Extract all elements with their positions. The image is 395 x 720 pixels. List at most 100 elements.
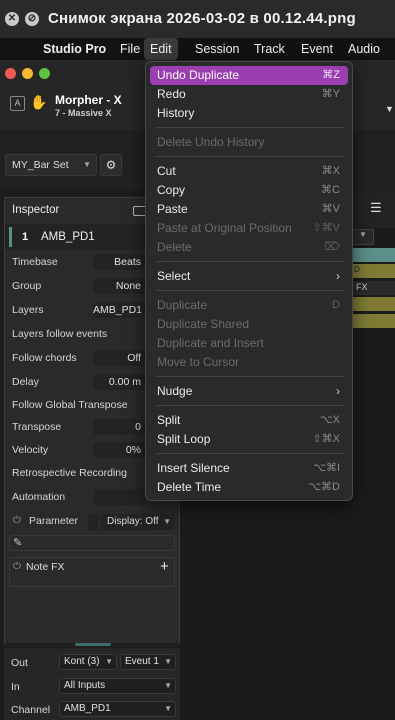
- track-lane-4[interactable]: [352, 297, 395, 311]
- menu-item-paste-original[interactable]: Paste at Original Position ⇧⌘V: [150, 219, 348, 238]
- menu-item-nudge[interactable]: Nudge ›: [150, 382, 348, 401]
- menu-item-duplicate[interactable]: Duplicate D: [150, 296, 348, 315]
- menu-item-delete-undo-history[interactable]: Delete Undo History: [150, 133, 348, 152]
- track-lane-3[interactable]: FX: [352, 281, 395, 295]
- menu-separator: [156, 376, 344, 377]
- channel-dropdown[interactable]: AMB_PD1 ▼: [59, 701, 176, 717]
- track-lane-2[interactable]: D: [352, 264, 395, 278]
- menu-audio[interactable]: Audio: [348, 38, 380, 60]
- menu-session[interactable]: Session: [195, 38, 239, 60]
- out-channel-dropdown[interactable]: Eveut 1 ▼: [120, 654, 176, 670]
- menu-event[interactable]: Event: [301, 38, 333, 60]
- retrospective-recording[interactable]: Retrospective Recording: [12, 467, 127, 479]
- note-fx-section: ⏻ Note FX +: [9, 557, 175, 587]
- instrument-subtitle: 7 - Massive X: [55, 108, 112, 118]
- edit-menu: Undo Duplicate ⌘Z Redo ⌘Y History Delete U…: [145, 61, 353, 501]
- follow-chords-value[interactable]: Off: [93, 350, 147, 366]
- chevron-down-icon: ▼: [164, 657, 172, 666]
- list-menu-icon[interactable]: ☰: [370, 201, 384, 214]
- instrument-a-icon[interactable]: A: [10, 96, 25, 111]
- menu-separator: [156, 261, 344, 262]
- chevron-down-icon[interactable]: ▼: [385, 104, 394, 114]
- menu-track[interactable]: Track: [254, 38, 285, 60]
- stop-icon[interactable]: ⊘: [25, 12, 39, 26]
- minimize-window-icon[interactable]: [22, 68, 33, 79]
- velocity-value[interactable]: 0%: [93, 442, 147, 458]
- routing-section: Out Kont (3) ▼ Eveut 1 ▼ In All Inputs ▼…: [4, 648, 180, 720]
- velocity-label: Velocity: [12, 444, 49, 456]
- close-window-icon[interactable]: [5, 68, 16, 79]
- menu-item-cut[interactable]: Cut ⌘X: [150, 162, 348, 181]
- menu-item-split-loop[interactable]: Split Loop ⇧⌘X: [150, 430, 348, 449]
- chevron-down-icon: ▼: [164, 704, 172, 713]
- notes-field[interactable]: ✎: [9, 535, 175, 551]
- transpose-value[interactable]: 0: [93, 419, 147, 435]
- layers-follow-events[interactable]: Layers follow events: [12, 328, 107, 340]
- timebase-value[interactable]: Beats: [93, 254, 147, 270]
- menu-item-split[interactable]: Split ⌥X: [150, 411, 348, 430]
- out-dropdown[interactable]: Kont (3) ▼: [59, 654, 117, 670]
- bar-set-label: MY_Bar Set: [12, 159, 69, 171]
- menu-app-name[interactable]: Studio Pro: [43, 38, 106, 60]
- divider-handle[interactable]: [75, 643, 111, 646]
- panel-divider[interactable]: [5, 643, 181, 646]
- out-value: Kont (3): [64, 656, 100, 667]
- track-color-strip: [9, 227, 12, 247]
- menu-item-move-to-cursor[interactable]: Move to Cursor: [150, 353, 348, 372]
- add-note-fx-button[interactable]: +: [160, 558, 169, 575]
- close-icon[interactable]: ✕: [5, 12, 19, 26]
- menu-separator: [156, 405, 344, 406]
- in-dropdown[interactable]: All Inputs ▼: [59, 678, 176, 694]
- delay-label: Delay: [12, 376, 39, 388]
- edit-note-icon: ✎: [13, 537, 23, 549]
- chevron-down-icon[interactable]: ▼: [352, 229, 374, 245]
- track-number: 1: [22, 231, 29, 243]
- power-icon[interactable]: ⏻: [13, 515, 21, 526]
- group-label: Group: [12, 280, 42, 292]
- hand-icon[interactable]: ✋: [30, 94, 47, 111]
- track-lane-2-label: D: [354, 265, 360, 274]
- menu-item-select[interactable]: Select ›: [150, 267, 348, 286]
- menu-item-duplicate-insert[interactable]: Duplicate and Insert: [150, 334, 348, 353]
- chevron-right-icon: ›: [336, 384, 340, 398]
- menu-item-insert-silence[interactable]: Insert Silence ⌥⌘I: [150, 459, 348, 478]
- menu-item-undo-duplicate[interactable]: Undo Duplicate ⌘Z: [150, 66, 348, 85]
- automation-value[interactable]: [93, 489, 147, 505]
- follow-global-transpose[interactable]: Follow Global Transpose: [12, 399, 128, 411]
- inspector-title: Inspector: [12, 204, 60, 216]
- menu-item-delete[interactable]: Delete ⌦: [150, 238, 348, 257]
- group-value[interactable]: None: [93, 278, 147, 294]
- parameter-slot[interactable]: [88, 514, 98, 530]
- zoom-window-icon[interactable]: [39, 68, 50, 79]
- menu-bar: Studio Pro File Edit Session Track Event…: [0, 38, 395, 60]
- menu-separator: [156, 453, 344, 454]
- chevron-down-icon: ▼: [163, 517, 171, 526]
- menu-item-redo[interactable]: Redo ⌘Y: [150, 85, 348, 104]
- layers-value[interactable]: AMB_PD1: [93, 302, 147, 318]
- menu-item-history[interactable]: History: [150, 104, 348, 123]
- menu-item-paste[interactable]: Paste ⌘V: [150, 200, 348, 219]
- out-label: Out: [11, 657, 28, 669]
- menu-item-copy[interactable]: Copy ⌘C: [150, 181, 348, 200]
- delay-value[interactable]: 0.00 m: [93, 374, 147, 390]
- note-fx-label: Note FX: [26, 561, 65, 573]
- track-lane-1[interactable]: [352, 248, 395, 262]
- track-lane-5[interactable]: [352, 314, 395, 328]
- fx-label: FX: [356, 282, 368, 292]
- channel-value: AMB_PD1: [64, 703, 111, 714]
- power-icon[interactable]: ⏻: [13, 561, 21, 572]
- in-label: In: [11, 681, 20, 693]
- automation-label: Automation: [12, 491, 66, 503]
- timebase-label: Timebase: [12, 256, 58, 268]
- window-title: Снимок экрана 2026-03-02 в 00.12.44.png: [48, 10, 356, 27]
- track-name[interactable]: AMB_PD1: [41, 231, 95, 243]
- out-value2: Eveut 1: [125, 656, 159, 667]
- chevron-right-icon: ›: [336, 269, 340, 283]
- gear-icon[interactable]: ⚙: [100, 154, 122, 176]
- menu-edit[interactable]: Edit: [144, 38, 178, 60]
- bar-set-dropdown[interactable]: MY_Bar Set ▼: [5, 154, 97, 176]
- menu-file[interactable]: File: [120, 38, 140, 60]
- display-dropdown[interactable]: Display: Off ▼: [101, 514, 175, 530]
- menu-item-duplicate-shared[interactable]: Duplicate Shared: [150, 315, 348, 334]
- menu-item-delete-time[interactable]: Delete Time ⌥⌘D: [150, 478, 348, 497]
